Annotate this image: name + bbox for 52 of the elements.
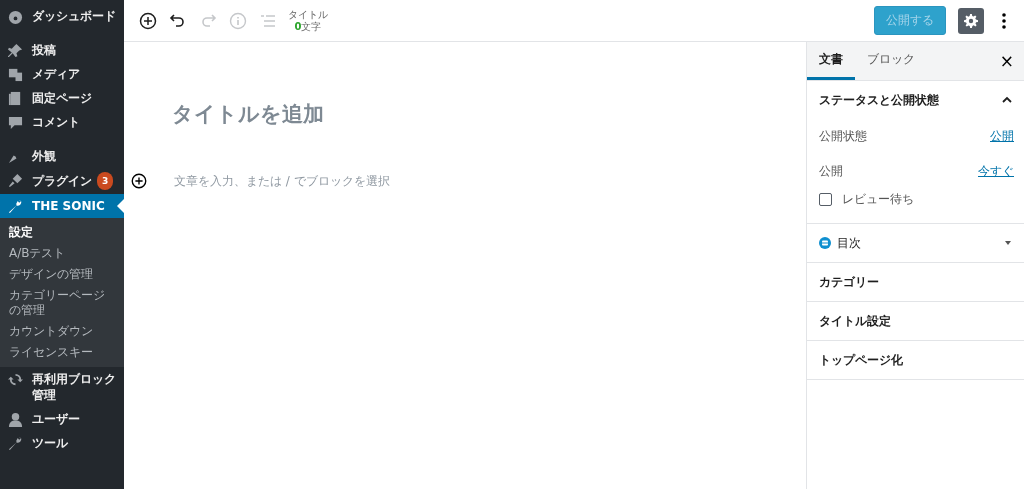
setting-label: 公開 xyxy=(819,163,843,180)
info-icon xyxy=(228,10,248,31)
checkbox[interactable] xyxy=(819,192,832,206)
wrench-icon xyxy=(8,199,23,214)
setting-label: 公開状態 xyxy=(819,128,867,145)
close-button[interactable]: × xyxy=(989,42,1024,80)
submenu-item[interactable]: カテゴリーページの管理 xyxy=(0,285,124,321)
add-block-icon[interactable] xyxy=(130,172,148,190)
plugin-icon xyxy=(819,237,831,249)
sidebar-item[interactable]: 再利用ブロック管理 xyxy=(0,367,124,407)
media-icon xyxy=(8,67,23,82)
setting-link[interactable]: 今すぐ xyxy=(978,163,1014,180)
wrench-icon xyxy=(8,436,23,451)
settings-button[interactable] xyxy=(958,7,984,34)
setting-link[interactable]: 公開 xyxy=(990,128,1014,145)
sidebar-item[interactable]: ユーザー xyxy=(0,407,124,431)
update-count-badge: 3 xyxy=(97,172,114,190)
title-label: タイトル xyxy=(288,8,328,21)
submenu-item[interactable]: カウントダウン xyxy=(0,321,124,342)
sidebar-item[interactable]: THE SONIC xyxy=(0,194,124,218)
title-field[interactable]: タイトルを追加 xyxy=(172,100,806,128)
panel-section-title[interactable]: カテゴリー xyxy=(819,273,879,291)
chevron-up-icon[interactable] xyxy=(1002,96,1012,104)
panel-tab[interactable]: 文書 xyxy=(807,42,855,80)
panel-tab[interactable]: ブロック xyxy=(855,42,927,80)
user-icon xyxy=(8,412,23,427)
sidebar-item[interactable]: コメント xyxy=(0,110,124,134)
pin-icon xyxy=(8,43,23,58)
checkbox-label: レビュー待ち xyxy=(842,190,914,208)
panel-section-title[interactable]: タイトル設定 xyxy=(819,312,891,330)
submenu-item[interactable]: デザインの管理 xyxy=(0,264,124,285)
submenu-item[interactable]: A/Bテスト xyxy=(0,243,124,264)
submenu-item[interactable]: 設定 xyxy=(0,222,124,243)
sidebar-item[interactable]: 投稿 xyxy=(0,38,124,62)
sidebar-item[interactable]: 外観 xyxy=(0,144,124,168)
section-title[interactable]: ステータスと公開状態 xyxy=(819,91,939,109)
plug-icon xyxy=(8,173,23,188)
sidebar-item[interactable]: プラグイン 3 xyxy=(0,168,124,194)
sidebar-item[interactable]: ツール xyxy=(0,431,124,455)
add-block-icon xyxy=(138,10,158,31)
pages-icon xyxy=(8,91,23,106)
character-count: 0文字 xyxy=(294,20,322,33)
gear-icon xyxy=(964,12,978,29)
sidebar-item[interactable]: メディア xyxy=(0,62,124,86)
sidebar-item[interactable]: ダッシュボード xyxy=(0,4,124,28)
caret-down-icon[interactable] xyxy=(1004,239,1012,247)
comment-icon xyxy=(8,115,23,130)
panel-section-title[interactable]: 目次 xyxy=(837,234,861,252)
panel-section-title[interactable]: トップページ化 xyxy=(819,351,903,369)
submenu-item[interactable]: ライセンスキー xyxy=(0,342,124,363)
sync-icon xyxy=(8,372,23,387)
sidebar-item[interactable]: 固定ページ xyxy=(0,86,124,110)
